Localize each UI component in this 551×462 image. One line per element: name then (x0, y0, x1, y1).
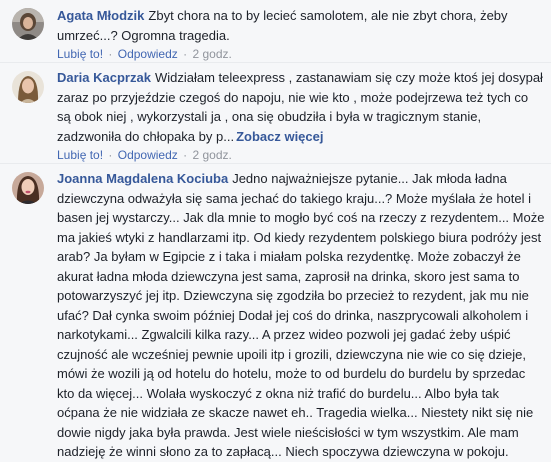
comment-content: Daria Kacprzak Widziałam teleexpress , za… (57, 68, 545, 146)
divider (0, 163, 551, 164)
see-more-link[interactable]: Zobacz więcej (236, 129, 323, 144)
avatar[interactable] (12, 172, 44, 204)
comment-actions: Lubię to! · Odpowiedz · 2 godz. (57, 147, 545, 163)
divider (0, 62, 551, 63)
comment-body: Agata Młodzik Zbyt chora na to by lecieć … (57, 6, 545, 62)
comment-author-link[interactable]: Daria Kacprzak (57, 70, 151, 85)
avatar[interactable] (12, 8, 44, 40)
comment-body: Daria Kacprzak Widziałam teleexpress , za… (57, 68, 545, 163)
reply-button[interactable]: Odpowiedz (118, 47, 178, 61)
comment-content: Agata Młodzik Zbyt chora na to by lecieć … (57, 6, 545, 45)
separator-dot: · (108, 47, 113, 61)
avatar[interactable] (12, 71, 44, 103)
comment-thread: Agata Młodzik Zbyt chora na to by lecieć … (0, 0, 551, 460)
reply-button[interactable]: Odpowiedz (118, 148, 178, 162)
separator-dot: · (183, 47, 188, 61)
comment-text: Jedno najważniejsze pytanie... Jak młoda… (57, 171, 545, 459)
comment-actions: Lubię to! · Odpowiedz · 2 godz. (57, 46, 545, 62)
like-button[interactable]: Lubię to! (57, 148, 103, 162)
comment-author-link[interactable]: Joanna Magdalena Kociuba (57, 171, 228, 186)
separator-dot: · (108, 148, 113, 162)
comment-body: Joanna Magdalena Kociuba Jedno najważniej… (57, 169, 545, 462)
comment-author-link[interactable]: Agata Młodzik (57, 8, 144, 23)
like-button[interactable]: Lubię to! (57, 47, 103, 61)
comment-content: Joanna Magdalena Kociuba Jedno najważniej… (57, 169, 545, 462)
separator-dot: · (183, 148, 188, 162)
comment-timestamp[interactable]: 2 godz. (192, 47, 231, 61)
comment-timestamp[interactable]: 2 godz. (192, 148, 231, 162)
